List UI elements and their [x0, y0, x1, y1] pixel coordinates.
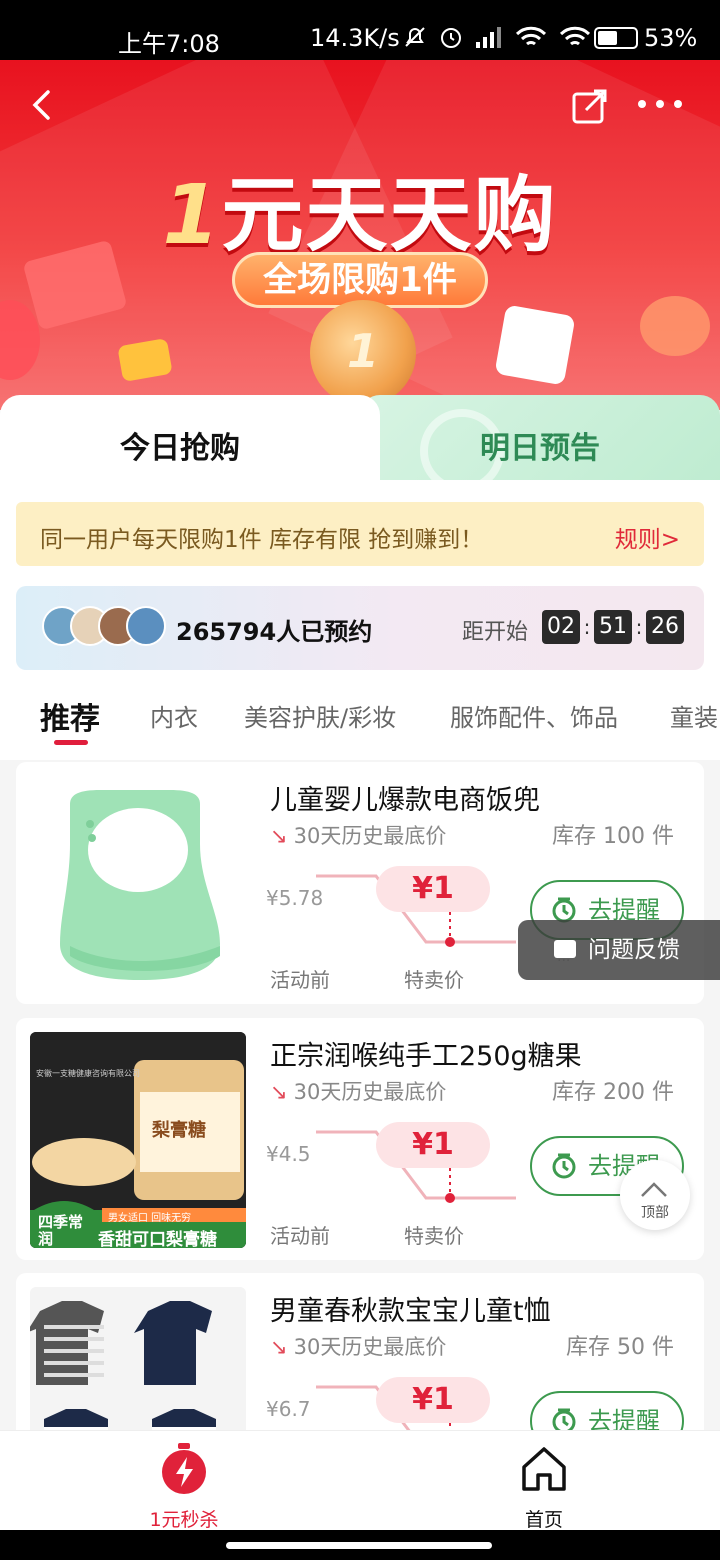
original-price: ¥5.78: [266, 886, 324, 910]
bib-image: [60, 790, 220, 980]
trend-down-icon: ↘: [270, 1335, 288, 1359]
before-label: 活动前: [270, 968, 330, 992]
product-card[interactable]: 安徽一支糖健康咨询有限公司 梨膏糖 四季常润 男女适口 回味无穷 香甜可口梨膏糖…: [16, 1018, 704, 1260]
countdown-label: 距开始: [462, 620, 529, 645]
sale-price: ¥1: [376, 1377, 490, 1423]
tab-tomorrow-label: 明日预告: [480, 431, 600, 466]
feedback-label: 问题反馈: [588, 937, 680, 963]
reserve-count: 265794人已预约: [176, 618, 373, 646]
original-price: ¥6.7: [266, 1397, 311, 1421]
stopwatch-lightning-icon: [162, 1443, 206, 1494]
product-card[interactable]: 男童春秋款宝宝儿童t恤 ↘ 30天历史最底价 库存 50 件 ¥6.7 ¥1 去提…: [16, 1273, 704, 1455]
countdown-timer: 02 : 51 : 26: [542, 610, 684, 644]
chevron-up-icon: [641, 1182, 667, 1197]
image-jar-label: 梨膏糖: [152, 1120, 206, 1141]
category-tab-accessories[interactable]: 服饰配件、饰品: [450, 698, 618, 733]
limit-notice: 同一用户每天限购1件 库存有限 抢到赚到！ 规则>: [16, 502, 704, 566]
chat-bubble-icon: [554, 931, 576, 991]
nav-flash-sale-label: 1元秒杀: [149, 1509, 219, 1531]
tab-tomorrow[interactable]: 明日预告: [360, 395, 720, 493]
mute-bell-icon: [405, 27, 425, 47]
day-tabs: 明日预告 今日抢购: [0, 395, 720, 493]
avatar-group: [42, 606, 172, 648]
home-icon: [522, 1447, 566, 1491]
image-banner-big: 香甜可口梨膏糖: [98, 1230, 217, 1248]
history-low-label: ↘ 30天历史最底价: [270, 824, 447, 848]
more-options-icon[interactable]: [638, 94, 688, 114]
reservation-bar: 265794人已预约 距开始 02 : 51 : 26: [16, 586, 704, 670]
battery-percent: 53%: [644, 24, 698, 52]
sale-price: ¥1: [376, 1122, 490, 1168]
history-low-label: ↘ 30天历史最底价: [270, 1335, 447, 1359]
category-tabs: 推荐 内衣 美容护肤/彩妆 服饰配件、饰品 童装: [0, 690, 720, 750]
back-to-top-button[interactable]: 顶部: [620, 1160, 690, 1230]
image-banner-small: 男女适口 回味无穷: [108, 1213, 192, 1224]
banner-title: 1元天天购: [162, 168, 558, 263]
countdown-seconds: 26: [646, 610, 684, 644]
battery: 53%: [594, 24, 697, 52]
product-image[interactable]: [30, 1287, 246, 1443]
signal-icon: [476, 27, 501, 48]
promo-banner: 1元天天购 全场限购1件 1: [0, 60, 720, 410]
original-price: ¥4.5: [266, 1142, 311, 1166]
product-image[interactable]: [30, 776, 246, 992]
sale-label: 特卖价: [404, 1224, 464, 1248]
tab-today[interactable]: 今日抢购: [0, 395, 380, 485]
countdown-hours: 02: [542, 610, 580, 644]
category-active-indicator: [54, 740, 88, 745]
sale-label: 特卖价: [404, 968, 464, 992]
status-time: 上午7:08: [118, 30, 220, 58]
bottom-nav: 1元秒杀 首页: [0, 1430, 720, 1531]
share-icon[interactable]: [570, 86, 610, 126]
feedback-button[interactable]: 问题反馈: [518, 920, 720, 991]
category-tab-underwear[interactable]: 内衣: [150, 698, 198, 733]
alarm-clock-icon: [552, 1153, 576, 1179]
product-name: 儿童婴儿爆款电商饭兜: [270, 785, 540, 816]
image-badge-text: 四季常润: [38, 1213, 84, 1248]
tshirts-image: [30, 1301, 216, 1443]
status-icons: [402, 24, 592, 50]
battery-icon: [594, 27, 638, 49]
product-name: 正宗润喉纯手工250g糖果: [270, 1041, 582, 1072]
trend-down-icon: ↘: [270, 824, 288, 848]
wifi-icon: [515, 26, 547, 46]
page: 上午7:08 14.3K/s 53% 1元天天购 全场限购1件 1 明日预告 今…: [0, 0, 720, 1560]
trend-down-icon: ↘: [270, 1080, 288, 1104]
avatar: [126, 606, 166, 646]
status-bar: 上午7:08 14.3K/s 53%: [0, 0, 720, 60]
countdown-minutes: 51: [594, 610, 632, 644]
back-arrow-icon[interactable]: [26, 88, 60, 122]
category-tab-recommended[interactable]: 推荐: [40, 694, 100, 738]
category-tab-beauty[interactable]: 美容护肤/彩妆: [244, 698, 396, 733]
coin-decoration: 1: [310, 300, 416, 406]
network-speed: 14.3K/s: [310, 24, 400, 52]
product-name: 男童春秋款宝宝儿童t恤: [270, 1296, 551, 1327]
image-company-text: 安徽一支糖健康咨询有限公司: [36, 1069, 140, 1078]
before-label: 活动前: [270, 1224, 330, 1248]
nav-home-label: 首页: [524, 1509, 563, 1531]
sale-price: ¥1: [376, 866, 490, 912]
wifi-icon-2: [559, 26, 591, 46]
rules-link[interactable]: 规则>: [615, 520, 680, 554]
stock-count: 库存 100 件: [552, 824, 674, 849]
tab-today-label: 今日抢购: [120, 431, 240, 466]
back-to-top-label: 顶部: [641, 1205, 669, 1221]
stock-count: 库存 50 件: [566, 1335, 674, 1360]
notice-text: 同一用户每天限购1件 库存有限 抢到赚到！: [40, 527, 484, 553]
history-low-label: ↘ 30天历史最底价: [270, 1080, 447, 1104]
alarm-icon: [441, 28, 461, 48]
gesture-bar: [0, 1530, 720, 1560]
stock-count: 库存 200 件: [552, 1080, 674, 1105]
category-tab-kids-wear[interactable]: 童装: [670, 698, 718, 733]
product-image[interactable]: 安徽一支糖健康咨询有限公司 梨膏糖 四季常润 男女适口 回味无穷 香甜可口梨膏糖: [30, 1032, 246, 1248]
